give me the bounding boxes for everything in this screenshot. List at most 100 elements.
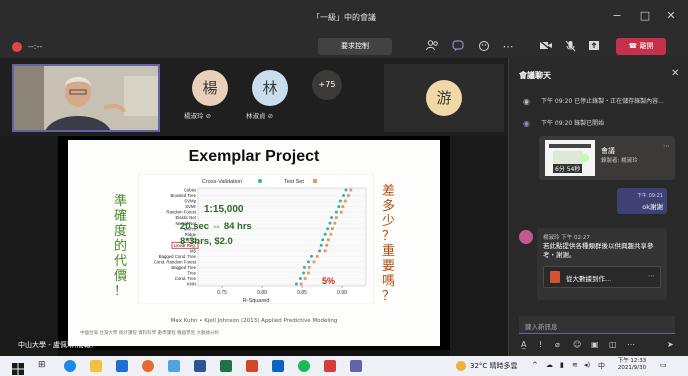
more-icon[interactable]: ⋯ (500, 40, 516, 53)
slide-footer-note: 中國台灣 台灣大學 統計課程 資料科學 數學課程 機器學習 大數據分析 (80, 331, 220, 336)
avatar-initial: 林 (262, 79, 278, 97)
recording-indicator-icon (12, 42, 22, 52)
slide: Exemplar Project 準確度的代價！ 差多少？重要嗎？ Cubist… (68, 140, 440, 346)
important-icon[interactable]: ! (539, 340, 542, 349)
recording-subtitle: 錄製者: 楊淑玲 (601, 158, 638, 164)
test-set-point (331, 227, 334, 231)
chat-input[interactable]: 鍵入新訊息 (519, 316, 675, 334)
legend-cross-validation: Cross-Validation (202, 179, 242, 185)
show-hidden-icons-icon[interactable]: ^ (532, 361, 538, 369)
category-label: SVMr (185, 204, 196, 209)
more-icon[interactable]: ⋯ (663, 142, 670, 150)
powerpoint-icon[interactable] (246, 360, 258, 372)
cv-point (302, 265, 306, 269)
system-clock[interactable]: 下午 12:33 2021/9/30 (612, 358, 652, 372)
cv-point (323, 232, 327, 236)
record-icon: ◉ (523, 97, 530, 106)
wifi-icon[interactable]: ≋ (572, 361, 578, 369)
people-icon[interactable] (424, 40, 440, 54)
more-icon[interactable]: ⋯ (648, 272, 655, 280)
firefox-icon[interactable] (142, 360, 154, 372)
mail-icon[interactable] (116, 360, 128, 372)
avatar (519, 230, 533, 244)
phone-icon: ☎ (628, 42, 640, 50)
participant-avatar-1[interactable]: 楊 (192, 70, 228, 106)
app-icon[interactable] (324, 360, 336, 372)
title-bar: 「一級」中的會議 − □ ✕ (0, 0, 688, 38)
task-view-icon[interactable]: ⊞ (38, 360, 50, 372)
chat-title: 會議聊天 (519, 71, 551, 80)
recording-card[interactable]: 6分 54秒 會議 錄製者: 楊淑玲 ⋯ (539, 136, 675, 180)
category-label: Cubist (184, 188, 197, 193)
store-icon[interactable] (168, 360, 180, 372)
category-label: Boosted Tree (170, 193, 196, 198)
message-text: ok謝謝 (642, 203, 663, 211)
spotify-icon[interactable] (298, 360, 310, 372)
share-icon[interactable] (586, 40, 602, 54)
request-control-button[interactable]: 要求控制 (318, 38, 392, 55)
excel-icon[interactable] (220, 360, 232, 372)
recording-title: 會議 (601, 147, 615, 155)
sticker-icon[interactable]: ◫ (609, 340, 617, 349)
close-window-button[interactable]: ✕ (662, 9, 680, 22)
camera-off-icon[interactable] (538, 40, 554, 54)
ime-indicator[interactable]: 中 (598, 361, 605, 371)
format-icon[interactable]: A̲ (521, 340, 526, 349)
send-icon[interactable]: ➤ (667, 340, 674, 349)
teams-icon[interactable] (350, 360, 362, 372)
leave-button[interactable]: ☎ 離開 (616, 38, 666, 55)
cv-point (342, 194, 346, 198)
battery-icon[interactable]: ▮ (560, 361, 564, 369)
test-set-point (335, 216, 338, 220)
cv-point (330, 216, 334, 220)
test-set-point (325, 243, 329, 247)
right-vertical-text: 差多少？重要嗎？ (382, 184, 396, 304)
volume-icon[interactable]: ◂) (584, 361, 590, 369)
presenter-video[interactable] (12, 64, 160, 132)
my-message[interactable]: 下午 09:21 ok謝謝 (617, 188, 667, 214)
cv-point (328, 221, 332, 225)
participant-strip: 楊 楊淑玲 ⊘ 林 林淑貞 ⊘ +75 游 (0, 58, 508, 136)
category-label: KNN (187, 282, 196, 287)
incoming-message[interactable]: 楊淑玲 下午 02:27 若此點提供各種類群後以供興趣共享參考・謝謝。 從大數據… (537, 228, 667, 300)
message-text: 若此點提供各種類群後以供興趣共享參考・謝謝。 (543, 242, 654, 259)
windows-start-icon[interactable] (12, 360, 24, 375)
word-icon[interactable] (194, 360, 206, 372)
cv-point (326, 227, 330, 231)
meeting-timer: --:-- (28, 42, 43, 51)
weather-text[interactable]: 32°C 晴時多雲 (470, 361, 518, 371)
meeting-toolbar: --:-- 要求控制 ⋯ ☎ 離開 (0, 38, 688, 58)
attachment-card[interactable]: 從大數據到作... ⋯ (543, 266, 661, 288)
participant-name-1: 楊淑玲 ⊘ (184, 112, 212, 120)
edge-icon[interactable] (64, 360, 76, 372)
windows-taskbar: ⊞ 32°C 晴時多雲 ^ ☁ ▮ ≋ ◂) 中 下午 12:33 2021/9… (0, 356, 688, 376)
cv-point (302, 271, 306, 275)
mic-off-icon[interactable] (562, 40, 578, 55)
my-tile: 游 (384, 64, 504, 132)
meeting-chat-panel: 會議聊天 ✕ ◉ 下午 09:20 已停止錄製・正在儲存錄製內容... ◉ 下午… (508, 58, 688, 356)
close-icon[interactable]: ✕ (671, 68, 679, 79)
cv-point (319, 243, 323, 247)
recording-duration: 6分 54秒 (553, 164, 583, 173)
chat-icon[interactable] (450, 40, 466, 55)
participant-avatar-2[interactable]: 林 (252, 70, 288, 106)
cv-point (318, 249, 322, 253)
onedrive-icon[interactable]: ☁ (546, 361, 553, 369)
slide-reference: Max Kuhn • Kjell Johnson (2013) Applied … (170, 318, 338, 324)
reactions-icon[interactable] (476, 40, 492, 55)
minimize-button[interactable]: − (608, 9, 626, 22)
test-set-point (312, 260, 316, 264)
cv-point (337, 205, 341, 209)
presenter-name-tag: 中山大學 - 盧佩琳(簡報) (18, 341, 94, 349)
notification-icon[interactable]: ▭ (660, 361, 667, 369)
shared-screen: Exemplar Project 準確度的代價！ 差多少？重要嗎？ Cubist… (0, 136, 508, 356)
attach-icon[interactable]: ⌀ (555, 340, 560, 349)
gif-icon[interactable]: ▣ (591, 340, 599, 349)
more-participants-button[interactable]: +75 (312, 70, 342, 100)
category-label: M5 (190, 248, 197, 253)
maximize-button[interactable]: □ (636, 9, 654, 22)
file-explorer-icon[interactable] (90, 360, 102, 372)
more-icon[interactable]: ⋯ (627, 340, 635, 349)
emoji-icon[interactable]: ☺ (573, 340, 581, 349)
outlook-icon[interactable] (272, 360, 284, 372)
